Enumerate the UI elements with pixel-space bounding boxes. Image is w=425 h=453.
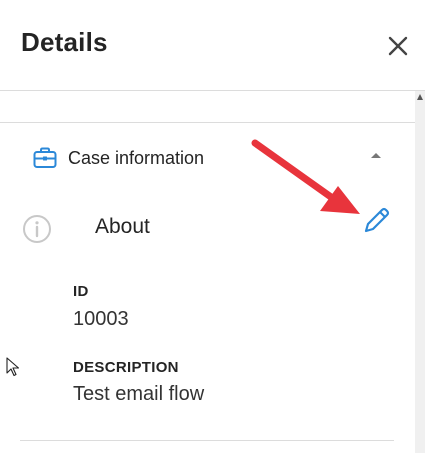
field-label-description: DESCRIPTION	[73, 359, 179, 376]
briefcase-icon	[33, 147, 57, 174]
close-icon	[388, 36, 408, 56]
mouse-cursor-icon	[6, 357, 20, 382]
field-value-id: 10003	[73, 308, 129, 330]
scroll-up-arrow-icon[interactable]	[417, 94, 423, 100]
close-button[interactable]	[383, 31, 413, 61]
panel-header: Details	[0, 0, 425, 91]
about-heading: About	[95, 215, 150, 238]
panel-title: Details	[21, 27, 108, 57]
divider	[20, 440, 394, 441]
field-label-id: ID	[73, 283, 89, 300]
field-value-description: Test email flow	[73, 383, 205, 405]
info-icon	[22, 214, 52, 249]
panel-body: Case information About ID 10003 DESCRIPT…	[0, 91, 425, 453]
pencil-icon	[364, 207, 390, 233]
divider	[0, 122, 415, 123]
caret-up-icon[interactable]	[371, 153, 381, 158]
details-panel: Details Case information About ID 10003 …	[0, 0, 425, 453]
scrollbar[interactable]	[415, 91, 425, 453]
section-title[interactable]: Case information	[68, 148, 204, 169]
edit-button[interactable]	[362, 205, 392, 235]
